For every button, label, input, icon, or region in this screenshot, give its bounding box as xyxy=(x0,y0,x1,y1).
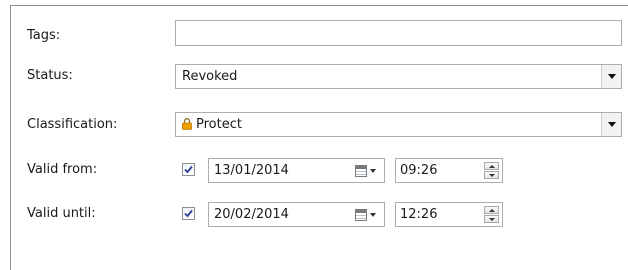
valid-from-time-input[interactable]: 09:26 xyxy=(395,158,503,183)
valid-until-label: Valid until: xyxy=(27,206,96,221)
valid-until-time-spinner xyxy=(484,206,499,223)
time-down-button[interactable] xyxy=(484,215,499,223)
classification-dropdown-button[interactable] xyxy=(601,113,621,136)
classification-label: Classification: xyxy=(27,117,118,132)
checkmark-icon xyxy=(184,165,193,174)
valid-until-time: 12:26 xyxy=(400,207,438,222)
valid-until-date: 20/02/2014 xyxy=(214,207,289,222)
tags-input[interactable] xyxy=(175,20,622,46)
arrow-down-icon xyxy=(488,217,495,221)
valid-from-date-picker[interactable]: 13/01/2014 xyxy=(208,158,385,183)
arrow-down-icon xyxy=(488,173,495,177)
valid-from-calendar-button[interactable] xyxy=(355,164,380,178)
arrow-up-icon xyxy=(488,208,495,212)
valid-until-time-input[interactable]: 12:26 xyxy=(395,202,503,227)
chevron-down-icon xyxy=(607,74,616,79)
time-up-button[interactable] xyxy=(484,162,499,170)
status-value: Revoked xyxy=(182,69,238,84)
checkmark-icon xyxy=(184,209,193,218)
chevron-down-icon xyxy=(370,169,376,173)
status-select[interactable]: Revoked xyxy=(175,64,622,89)
valid-until-calendar-button[interactable] xyxy=(355,208,380,222)
arrow-up-icon xyxy=(488,164,495,168)
classification-select[interactable]: Protect xyxy=(175,112,622,137)
time-down-button[interactable] xyxy=(484,171,499,179)
valid-from-checkbox[interactable] xyxy=(182,163,195,176)
status-label: Status: xyxy=(27,68,73,83)
valid-from-time-spinner xyxy=(484,162,499,179)
chevron-down-icon xyxy=(370,213,376,217)
valid-from-date: 13/01/2014 xyxy=(214,163,289,178)
classification-value: Protect xyxy=(196,117,242,132)
time-up-button[interactable] xyxy=(484,206,499,214)
valid-from-time: 09:26 xyxy=(400,163,438,178)
calendar-icon xyxy=(355,209,367,221)
valid-until-checkbox[interactable] xyxy=(182,207,195,220)
chevron-down-icon xyxy=(607,122,616,127)
valid-until-date-picker[interactable]: 20/02/2014 xyxy=(208,202,385,227)
lock-icon xyxy=(182,118,192,130)
calendar-icon xyxy=(355,165,367,177)
valid-from-label: Valid from: xyxy=(27,162,98,177)
status-dropdown-button[interactable] xyxy=(601,65,621,88)
tags-label: Tags: xyxy=(27,28,61,43)
